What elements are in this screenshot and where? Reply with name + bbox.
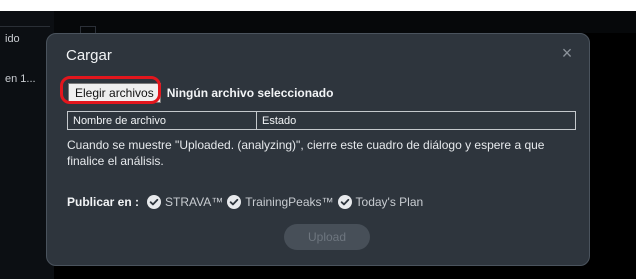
publish-options: Publicar en : STRAVA™ TrainingPeaks™ Tod… xyxy=(67,193,427,211)
upload-dialog: Cargar × Elegir archivos Ningún archivo … xyxy=(46,33,590,266)
background-header xyxy=(54,11,636,33)
upload-button[interactable]: Upload xyxy=(284,224,370,250)
background-sidebar-item: en 1... xyxy=(5,73,36,85)
background-tab-edge xyxy=(80,26,96,33)
browser-top-strip xyxy=(0,0,636,11)
column-header-filename: Nombre de archivo xyxy=(68,112,257,129)
service-todays-plan: Today's Plan xyxy=(355,195,424,209)
close-icon[interactable]: × xyxy=(559,44,575,62)
check-circle-icon[interactable] xyxy=(227,195,242,209)
check-circle-icon[interactable] xyxy=(147,195,162,209)
publish-label: Publicar en : xyxy=(67,195,140,209)
service-strava: STRAVA™ xyxy=(165,195,224,209)
choose-files-button[interactable]: Elegir archivos xyxy=(68,83,161,103)
dialog-title: Cargar xyxy=(66,47,112,64)
instructions-text: Cuando se muestre "Uploaded. (analyzing)… xyxy=(67,138,545,168)
column-header-status: Estado xyxy=(262,114,297,127)
file-table-header: Nombre de archivo Estado xyxy=(67,111,576,130)
file-picker: Elegir archivos Ningún archivo seleccion… xyxy=(68,82,333,104)
background-divider xyxy=(0,26,50,27)
check-circle-icon[interactable] xyxy=(337,195,352,209)
no-file-selected-text: Ningún archivo seleccionado xyxy=(166,86,334,100)
service-trainingpeaks: TrainingPeaks™ xyxy=(245,195,334,209)
background-sidebar-item: ido xyxy=(5,33,20,45)
